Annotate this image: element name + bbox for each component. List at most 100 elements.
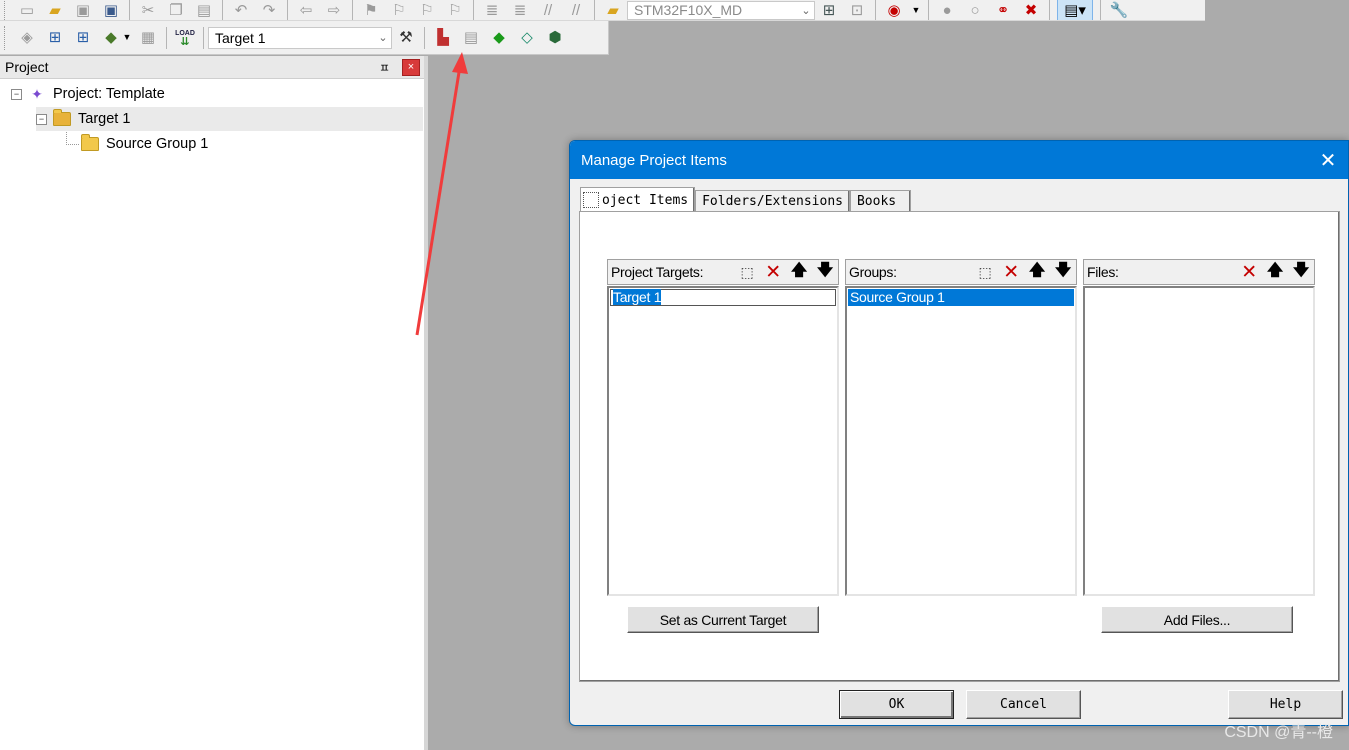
tree-item-source-group[interactable]: Source Group 1 [66,132,208,156]
save-all-icon[interactable]: ▣ [100,0,122,20]
list-item[interactable]: Source Group 1 [848,289,1074,306]
groups-list[interactable]: Source Group 1 [845,286,1077,596]
clear-bookmarks-icon[interactable]: ⚐ [444,0,466,20]
chevron-down-icon[interactable]: ▼ [911,0,921,20]
breakpoint-disable-icon[interactable]: ○ [964,0,986,20]
breakpoint-icon[interactable]: ● [936,0,958,20]
delete-icon[interactable]: ✕ [760,261,786,283]
tab-folders-extensions[interactable]: Folders/Extensions [695,190,850,212]
new-file-icon[interactable]: ▭ [16,0,38,20]
pin-icon[interactable]: ㅍ [379,59,390,76]
close-icon[interactable]: × [402,58,420,76]
files-list[interactable] [1083,286,1315,596]
uncomment-icon[interactable]: // [565,0,587,20]
target-combo[interactable]: Target 1 ⌄ [208,26,392,49]
kill-all-breakpoints-icon[interactable]: ✖ [1020,0,1042,20]
manage-project-items-dialog: Manage Project Items ✕ oject Items Folde… [569,140,1349,726]
move-down-icon[interactable]: 🡇 [1050,261,1076,283]
next-bookmark-icon[interactable]: ⚐ [416,0,438,20]
add-files-button[interactable]: Add Files... [1101,606,1293,633]
device-icon[interactable]: ▰ [602,0,624,20]
new-item-icon[interactable]: ⬚ [734,261,760,283]
disable-all-breakpoints-icon[interactable]: ⚭ [992,0,1014,20]
chevron-down-icon[interactable]: ⌄ [375,31,391,44]
pack-installer-icon[interactable]: ⬢ [544,27,566,49]
prev-bookmark-icon[interactable]: ⚐ [388,0,410,20]
list-item[interactable]: Target 1 [610,289,836,306]
tree-item-target[interactable]: − Target 1 [36,107,423,131]
wrench-icon[interactable]: 🔧 [1108,0,1130,20]
batch-build-icon[interactable]: ◆ [100,27,122,49]
save-icon[interactable]: ▣ [72,0,94,20]
redo-icon[interactable]: ↷ [258,0,280,20]
build-toolbar: ◈ ⊞ ⊞ ◆ ▼ ▦ LOAD ⇊ Target 1 ⌄ ⚒ ▙ ▤ ◆ ◇ … [0,21,609,55]
nav-forward-icon[interactable]: ⇨ [323,0,345,20]
window-layout-icon[interactable]: ▤▾ [1057,0,1093,20]
open-folder-icon[interactable]: ▰ [44,0,66,20]
file-extensions-icon[interactable]: ▤ [460,27,482,49]
tree-item-label: Source Group 1 [106,136,209,152]
bookmark-icon[interactable]: ⚑ [360,0,382,20]
find-in-files-icon[interactable]: ⊞ [818,0,840,20]
folder-icon [81,134,99,152]
delete-icon[interactable]: ✕ [1236,261,1262,283]
undo-icon[interactable]: ↶ [230,0,252,20]
ok-button[interactable]: OK [839,690,954,719]
find-icon[interactable]: ⊡ [846,0,868,20]
stop-build-icon[interactable]: ▦ [137,27,159,49]
paste-icon[interactable]: ▤ [193,0,215,20]
target-icon [53,109,71,127]
move-down-icon[interactable]: 🡇 [812,261,838,283]
tree-item-label: Project: Template [53,86,165,102]
toolbar-grip[interactable] [4,25,9,50]
cancel-button[interactable]: Cancel [966,690,1081,719]
move-up-icon[interactable]: 🡅 [1024,261,1050,283]
project-panel: Project ㅍ × − ✦ Project: Template − Targ… [0,56,428,750]
copy-icon[interactable]: ❐ [165,0,187,20]
build-icon[interactable]: ⊞ [44,27,66,49]
device-combo[interactable]: STM32F10X_MD ⌄ [627,0,815,20]
chevron-down-icon[interactable]: ▼ [123,27,132,49]
unindent-icon[interactable]: ≣ [509,0,531,20]
help-button[interactable]: Help [1228,690,1343,719]
targets-list[interactable]: Target 1 [607,286,839,596]
tab-books[interactable]: Books [849,190,912,212]
panel-title: Project [5,59,49,75]
delete-icon[interactable]: ✕ [998,261,1024,283]
toolbar-grip[interactable] [4,0,9,20]
indent-icon[interactable]: ≣ [481,0,503,20]
manage-run-time-environment-icon[interactable]: ◆ [488,27,510,49]
tab-label: Folders/Extensions [702,194,843,209]
options-for-target-icon[interactable]: ⚒ [395,27,417,49]
tree-item-project[interactable]: − ✦ Project: Template [11,82,165,106]
manage-project-items-icon[interactable]: ▙ [432,27,454,49]
debug-session-icon[interactable]: ◉ [883,0,905,20]
cut-icon[interactable]: ✂ [137,0,159,20]
toolbar-separator [928,0,929,20]
download-icon[interactable]: LOAD ⇊ [174,27,196,49]
close-icon[interactable]: ✕ [1308,148,1348,173]
tab-project-items[interactable]: oject Items [580,187,696,212]
main-toolbar: ▭ ▰ ▣ ▣ ✂ ❐ ▤ ↶ ↷ ⇦ ⇨ ⚑ ⚐ ⚐ ⚐ ≣ ≣ // // … [0,0,1205,21]
collapse-toggle[interactable]: − [11,88,22,100]
chevron-down-icon[interactable]: ⌄ [798,4,814,17]
select-software-packs-icon[interactable]: ◇ [516,27,538,49]
tab-label: oject Items [602,192,689,208]
target-combo-value: Target 1 [215,29,266,46]
collapse-toggle[interactable]: − [36,113,47,125]
move-up-icon[interactable]: 🡅 [786,261,812,283]
comment-icon[interactable]: // [537,0,559,20]
targets-label: Project Targets: [611,264,704,280]
nav-back-icon[interactable]: ⇦ [295,0,317,20]
new-item-icon[interactable]: ⬚ [972,261,998,283]
set-as-current-target-button[interactable]: Set as Current Target [627,606,819,633]
translate-icon[interactable]: ◈ [16,27,38,49]
rebuild-icon[interactable]: ⊞ [72,27,94,49]
move-down-icon[interactable]: 🡇 [1288,261,1314,283]
toolbar-separator [1049,0,1050,20]
move-up-icon[interactable]: 🡅 [1262,261,1288,283]
target-item-label[interactable]: Target 1 [613,289,661,305]
panel-header: Project ㅍ × [0,56,424,79]
toolbar-separator [222,0,223,20]
dialog-titlebar[interactable]: Manage Project Items ✕ [570,141,1348,179]
